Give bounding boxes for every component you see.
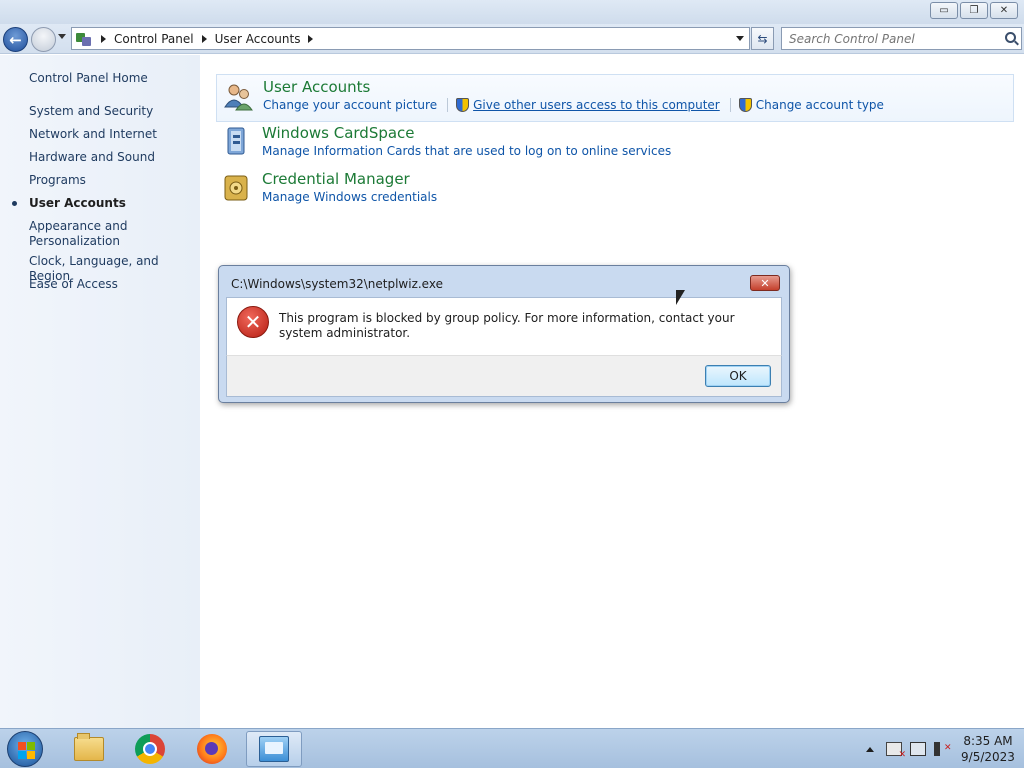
firefox-icon (197, 734, 227, 764)
category-credential-manager: Credential Manager Manage Windows creden… (216, 167, 1014, 213)
taskbar: 8:35 AM 9/5/2023 (0, 728, 1024, 768)
caption-buttons: ▭ ❐ ✕ (930, 2, 1018, 19)
error-icon: ✕ (237, 306, 269, 338)
category-user-accounts: User Accounts Change your account pictur… (216, 74, 1014, 122)
active-item-bullet-icon (12, 201, 17, 206)
address-bar[interactable]: Control Panel User Accounts (71, 27, 750, 50)
breadcrumb-control-panel[interactable]: Control Panel (114, 32, 194, 46)
clock[interactable]: 8:35 AM 9/5/2023 (958, 733, 1018, 765)
back-button[interactable]: ← (3, 27, 28, 52)
dialog-close-button[interactable]: ✕ (750, 275, 780, 291)
sidebar: Control Panel Home System and Security N… (0, 55, 200, 728)
volume-muted-icon[interactable] (934, 742, 952, 756)
breadcrumb-user-accounts[interactable]: User Accounts (215, 32, 301, 46)
category-links-credential-manager: Manage Windows credentials (262, 190, 437, 204)
navigation-bar: ← Control Panel User Accounts ⇆ (0, 24, 1024, 54)
sidebar-item-user-accounts[interactable]: User Accounts (29, 196, 194, 211)
category-title-user-accounts[interactable]: User Accounts (263, 78, 370, 96)
sidebar-item-programs[interactable]: Programs (29, 173, 194, 188)
category-links-user-accounts: Change your account picture Give other u… (263, 98, 884, 112)
control-panel-icon (259, 736, 289, 762)
back-arrow-icon: ← (9, 30, 22, 49)
restore-button[interactable]: ❐ (960, 2, 988, 19)
clock-date: 9/5/2023 (961, 750, 1015, 764)
category-title-windows-cardspace[interactable]: Windows CardSpace (262, 124, 415, 142)
mouse-pointer-icon (676, 290, 685, 305)
dialog-title: C:\Windows\system32\netplwiz.exe (231, 277, 443, 291)
window-titlebar: ▭ ❐ ✕ (0, 0, 1024, 24)
search-icon[interactable] (1005, 32, 1016, 43)
link-divider (729, 98, 731, 112)
clock-time: 8:35 AM (963, 734, 1013, 748)
taskbar-google-chrome[interactable] (122, 731, 178, 767)
network-icon[interactable] (910, 742, 926, 756)
start-button[interactable] (7, 731, 43, 767)
taskbar-windows-explorer[interactable] (61, 731, 117, 767)
dialog-message: This program is blocked by group policy.… (279, 311, 735, 340)
link-give-users-access[interactable]: Give other users access to this computer (473, 98, 720, 112)
breadcrumb-separator-icon[interactable] (201, 34, 207, 43)
refresh-button[interactable]: ⇆ (751, 27, 774, 50)
breadcrumb-separator-icon[interactable] (308, 34, 314, 43)
link-manage-windows-credentials[interactable]: Manage Windows credentials (262, 190, 437, 204)
uac-shield-icon (456, 98, 470, 112)
close-window-button[interactable]: ✕ (990, 2, 1018, 19)
link-divider (447, 98, 449, 112)
show-hidden-icons-icon[interactable] (866, 746, 874, 752)
address-history-dropdown-icon[interactable] (736, 36, 744, 41)
uac-shield-icon (738, 98, 752, 112)
search-input[interactable] (789, 31, 999, 46)
control-panel-icon (75, 31, 93, 47)
cardspace-icon (222, 126, 252, 156)
minimize-button[interactable]: ▭ (930, 2, 958, 19)
system-tray: 8:35 AM 9/5/2023 (866, 729, 1024, 768)
search-box[interactable] (781, 27, 1022, 50)
taskbar-control-panel[interactable] (246, 731, 302, 767)
refresh-icon: ⇆ (757, 31, 768, 46)
category-windows-cardspace: Windows CardSpace Manage Information Car… (216, 121, 1014, 167)
sidebar-control-panel-home[interactable]: Control Panel Home (29, 71, 194, 86)
sidebar-item-system-security[interactable]: System and Security (29, 104, 194, 119)
dialog-body: ✕ This program is blocked by group polic… (226, 297, 782, 355)
credential-vault-icon (222, 173, 252, 203)
action-center-icon[interactable] (886, 742, 906, 760)
breadcrumb-separator-icon[interactable] (101, 34, 106, 43)
sidebar-item-hardware-sound[interactable]: Hardware and Sound (29, 150, 194, 165)
chrome-icon (135, 734, 165, 764)
forward-button[interactable] (31, 27, 56, 52)
taskbar-firefox[interactable] (184, 731, 240, 767)
sidebar-item-network-internet[interactable]: Network and Internet (29, 127, 194, 142)
ok-button[interactable]: OK (705, 365, 771, 387)
error-dialog: C:\Windows\system32\netplwiz.exe ✕ ✕ Thi… (218, 265, 790, 403)
sidebar-item-appearance[interactable]: Appearance and Personalization (29, 219, 139, 249)
category-links-cardspace: Manage Information Cards that are used t… (262, 144, 671, 158)
sidebar-item-ease-of-access[interactable]: Ease of Access (29, 277, 194, 292)
user-accounts-icon (223, 81, 253, 111)
link-manage-information-cards[interactable]: Manage Information Cards that are used t… (262, 144, 671, 158)
link-change-account-picture[interactable]: Change your account picture (263, 98, 437, 112)
dialog-footer: OK (226, 355, 782, 397)
folder-icon (74, 733, 104, 761)
recent-pages-dropdown-icon[interactable] (58, 34, 66, 39)
category-title-credential-manager[interactable]: Credential Manager (262, 170, 410, 188)
link-change-account-type[interactable]: Change account type (756, 98, 884, 112)
